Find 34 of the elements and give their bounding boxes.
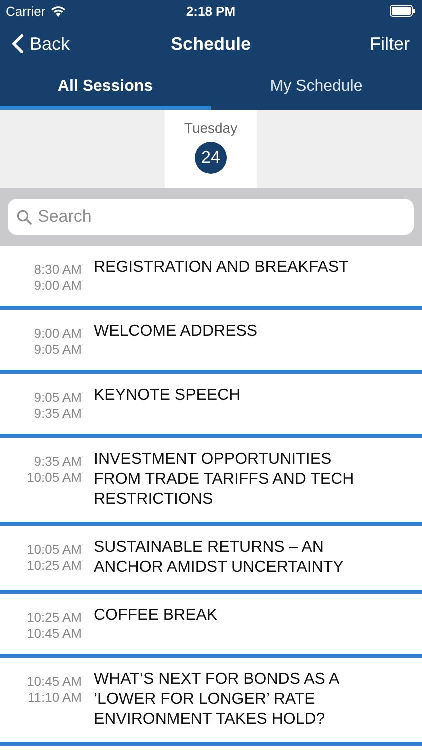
session-title[interactable]: INVESTMENT OPPORTUNITIES FROM TRADE TARIFFS AND TECH RESTRICTIONS — [94, 450, 369, 510]
back-button[interactable]: Back — [12, 34, 70, 54]
filter-button[interactable]: Filter — [370, 34, 410, 54]
end-time: 10:45 AM — [27, 626, 82, 642]
session-title[interactable]: KEYNOTE SPEECH — [94, 386, 241, 422]
screen-title: Schedule — [170, 34, 252, 54]
start-time: 10:25 AM — [27, 610, 82, 626]
end-time: 10:05 AM — [27, 470, 82, 486]
end-time: 10:25 AM — [27, 558, 82, 574]
session-title[interactable]: REGISTRATION AND BREAKFAST — [94, 258, 349, 294]
session-title[interactable]: WHAT’S NEXT FOR BONDS AS A ‘LOWER FOR LONGER’ RATE ENVIRONMENT TAKES HOLD? — [94, 670, 369, 730]
end-time: 9:00 AM — [34, 278, 82, 294]
weekday-label: Tuesday — [184, 120, 238, 136]
start-time: 9:00 AM — [34, 326, 82, 342]
start-time: 9:05 AM — [34, 390, 82, 406]
session-title[interactable]: SUSTAINABLE RETURNS – AN ANCHOR AMIDST UNCERTAINTY — [94, 538, 369, 578]
day-selector[interactable]: Tuesday 24 — [165, 110, 257, 188]
wifi-icon — [50, 6, 66, 16]
end-time: 9:35 AM — [34, 406, 82, 422]
date-badge: 24 — [195, 142, 227, 174]
status-time: 2:18 PM — [186, 4, 236, 18]
start-time: 8:30 AM — [34, 262, 82, 278]
end-time: 9:05 AM — [34, 342, 82, 358]
search-field[interactable]: Search — [8, 199, 414, 235]
start-time: 10:05 AM — [27, 542, 82, 558]
chevron-left-icon — [12, 34, 24, 54]
battery-icon — [390, 5, 416, 17]
tab[interactable]: My Schedule — [211, 66, 422, 110]
end-time: 11:10 AM — [28, 690, 82, 706]
session-title[interactable]: WELCOME ADDRESS — [94, 322, 258, 358]
start-time: 10:45 AM — [27, 674, 82, 690]
session-title[interactable]: COFFEE BREAK — [94, 606, 218, 642]
start-time: 9:35 AM — [34, 454, 82, 470]
carrier-label: Carrier — [6, 4, 46, 18]
